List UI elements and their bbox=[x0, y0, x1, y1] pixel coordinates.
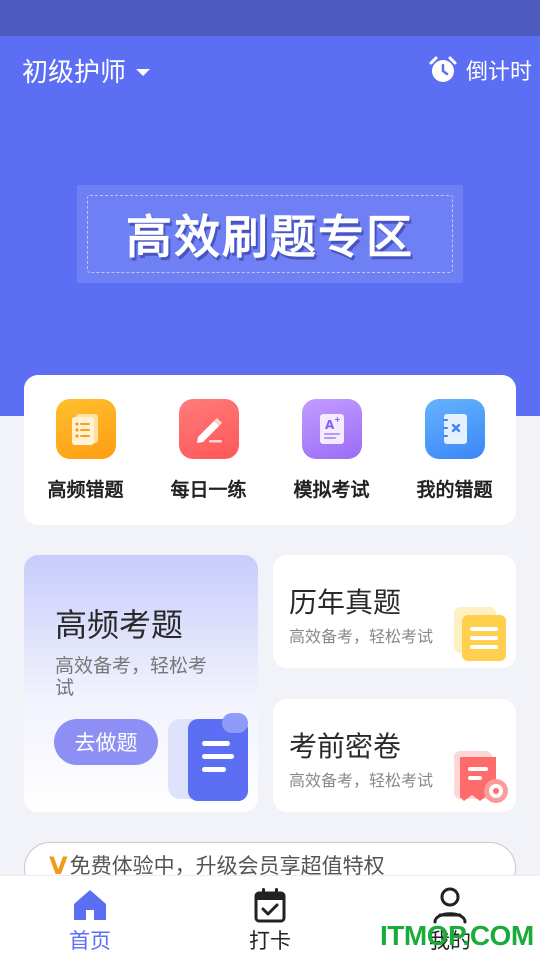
list-card-icon bbox=[454, 607, 506, 661]
quick-action-label: 模拟考试 bbox=[293, 479, 370, 501]
quick-action-daily-practice[interactable]: 每日一练 bbox=[147, 375, 270, 525]
alarm-clock-icon bbox=[429, 56, 457, 82]
card-subtitle: 高效备考，轻松考试 bbox=[55, 655, 208, 699]
target-paper-icon bbox=[454, 751, 508, 803]
site-watermark: ITMOP.COM bbox=[380, 920, 534, 951]
tab-label: 首页 bbox=[69, 929, 111, 953]
card-subtitle: 高效备考，轻松考试 bbox=[289, 771, 434, 790]
svg-text:+: + bbox=[334, 415, 341, 424]
pre-exam-papers-card[interactable]: 考前密卷 高效备考，轻松考试 bbox=[273, 699, 516, 812]
banner: 高效刷题专区 bbox=[77, 185, 463, 283]
exam-paper-icon: A + bbox=[301, 399, 362, 459]
pencil-icon bbox=[178, 399, 239, 459]
scroll-document-icon bbox=[168, 713, 248, 801]
quick-action-label: 每日一练 bbox=[170, 479, 247, 501]
calendar-check-icon bbox=[254, 888, 286, 923]
banner-frame: 高效刷题专区 bbox=[87, 195, 453, 273]
quick-action-mock-exam[interactable]: A + 模拟考试 bbox=[270, 375, 393, 525]
tab-home[interactable]: 首页 bbox=[45, 886, 135, 955]
high-freq-questions-card[interactable]: 高频考题 高效备考，轻松考试 去做题 bbox=[24, 555, 258, 812]
quick-actions-card: 高频错题 每日一练 A + 模拟考试 我的错题 bbox=[24, 375, 516, 525]
list-doc-icon bbox=[55, 399, 116, 459]
quick-action-label: 高频错题 bbox=[47, 479, 124, 501]
quick-action-label: 我的错题 bbox=[416, 479, 493, 501]
card-title: 历年真题 bbox=[289, 586, 402, 619]
quick-action-high-freq-errors[interactable]: 高频错题 bbox=[24, 375, 147, 525]
user-icon bbox=[433, 887, 467, 924]
quick-action-my-errors[interactable]: 我的错题 bbox=[393, 375, 516, 525]
tab-label: 打卡 bbox=[249, 929, 291, 953]
start-practice-button[interactable]: 去做题 bbox=[54, 719, 158, 765]
status-bar bbox=[0, 0, 540, 36]
past-exams-card[interactable]: 历年真题 高效备考，轻松考试 bbox=[273, 555, 516, 668]
card-subtitle: 高效备考，轻松考试 bbox=[289, 627, 434, 646]
home-icon bbox=[74, 890, 106, 920]
caret-down-icon bbox=[136, 68, 151, 76]
card-title: 考前密卷 bbox=[289, 730, 402, 763]
countdown-button[interactable]: 倒计时 bbox=[428, 50, 532, 90]
notebook-icon bbox=[424, 399, 485, 459]
card-title: 高频考题 bbox=[55, 606, 184, 644]
exam-type-selector[interactable]: 初级护师 bbox=[22, 50, 151, 90]
tab-checkin[interactable]: 打卡 bbox=[225, 886, 315, 955]
countdown-label: 倒计时 bbox=[465, 60, 532, 85]
banner-title: 高效刷题专区 bbox=[126, 210, 414, 264]
exam-type-label: 初级护师 bbox=[22, 57, 127, 88]
